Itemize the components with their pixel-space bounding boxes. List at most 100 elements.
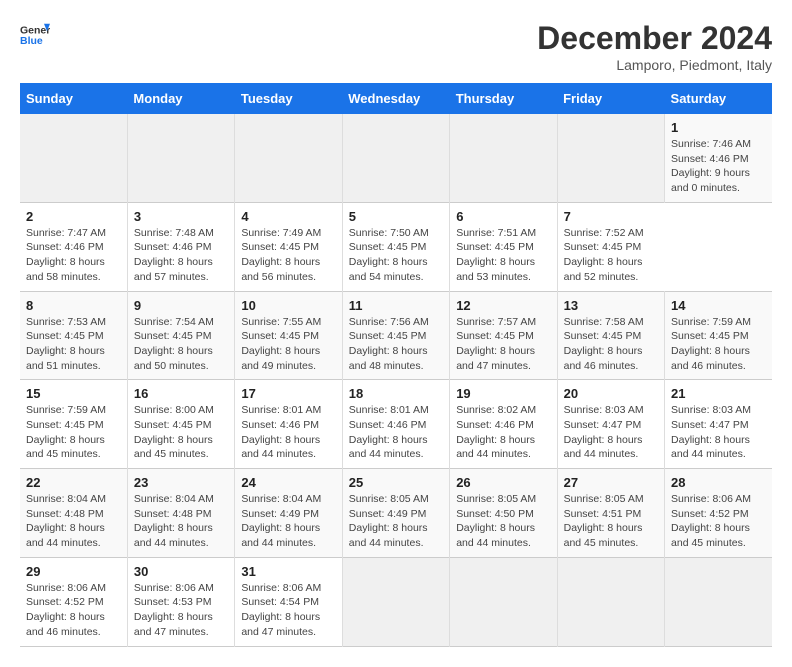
logo-icon: General Blue (20, 20, 50, 50)
day-info: Sunrise: 8:06 AMSunset: 4:52 PMDaylight:… (26, 581, 121, 640)
day-info: Sunrise: 7:47 AMSunset: 4:46 PMDaylight:… (26, 226, 121, 285)
calendar-cell: 1 Sunrise: 7:46 AMSunset: 4:46 PMDaylight… (665, 114, 772, 202)
day-info: Sunrise: 7:51 AMSunset: 4:45 PMDaylight:… (456, 226, 550, 285)
day-number: 1 (671, 120, 766, 135)
calendar-cell: 12Sunrise: 7:57 AMSunset: 4:45 PMDayligh… (450, 291, 557, 380)
day-info: Sunrise: 7:58 AMSunset: 4:45 PMDaylight:… (564, 315, 658, 374)
day-number: 10 (241, 298, 335, 313)
calendar-cell (665, 557, 772, 646)
day-number: 26 (456, 475, 550, 490)
month-title: December 2024 (537, 20, 772, 57)
day-number: 16 (134, 386, 228, 401)
calendar-cell (342, 114, 449, 202)
day-info: Sunrise: 7:48 AMSunset: 4:46 PMDaylight:… (134, 226, 228, 285)
day-number: 3 (134, 209, 228, 224)
calendar-cell: 13Sunrise: 7:58 AMSunset: 4:45 PMDayligh… (557, 291, 664, 380)
calendar-cell (557, 114, 664, 202)
calendar-week-row: 15 Sunrise: 7:59 AMSunset: 4:45 PMDayligh… (20, 380, 772, 469)
title-block: December 2024 Lamporo, Piedmont, Italy (537, 20, 772, 73)
day-number: 28 (671, 475, 766, 490)
day-info: Sunrise: 7:52 AMSunset: 4:45 PMDaylight:… (564, 226, 659, 285)
day-number: 20 (564, 386, 658, 401)
calendar-table: SundayMondayTuesdayWednesdayThursdayFrid… (20, 83, 772, 647)
weekday-header-sunday: Sunday (20, 83, 127, 114)
calendar-cell: 9 Sunrise: 7:54 AMSunset: 4:45 PMDaylight… (127, 291, 234, 380)
day-info: Sunrise: 8:04 AMSunset: 4:49 PMDaylight:… (241, 492, 335, 551)
location: Lamporo, Piedmont, Italy (537, 57, 772, 73)
day-number: 12 (456, 298, 550, 313)
calendar-week-row: 1 Sunrise: 7:46 AMSunset: 4:46 PMDaylight… (20, 114, 772, 202)
calendar-cell: 3 Sunrise: 7:48 AMSunset: 4:46 PMDaylight… (127, 202, 234, 291)
day-info: Sunrise: 7:59 AMSunset: 4:45 PMDaylight:… (671, 315, 766, 374)
calendar-cell: 16 Sunrise: 8:00 AMSunset: 4:45 PMDayligh… (127, 380, 234, 469)
calendar-cell: 14Sunrise: 7:59 AMSunset: 4:45 PMDayligh… (665, 291, 772, 380)
day-info: Sunrise: 8:05 AMSunset: 4:51 PMDaylight:… (564, 492, 658, 551)
day-number: 6 (456, 209, 550, 224)
day-info: Sunrise: 8:06 AMSunset: 4:52 PMDaylight:… (671, 492, 766, 551)
day-number: 19 (456, 386, 550, 401)
calendar-cell: 7 Sunrise: 7:52 AMSunset: 4:45 PMDaylight… (557, 202, 664, 291)
calendar-cell: 22 Sunrise: 8:04 AMSunset: 4:48 PMDayligh… (20, 469, 127, 558)
day-number: 24 (241, 475, 335, 490)
day-info: Sunrise: 8:02 AMSunset: 4:46 PMDaylight:… (456, 403, 550, 462)
calendar-cell: 23 Sunrise: 8:04 AMSunset: 4:48 PMDayligh… (127, 469, 234, 558)
calendar-week-row: 29Sunrise: 8:06 AMSunset: 4:52 PMDayligh… (20, 557, 772, 646)
page-header: General Blue December 2024 Lamporo, Pied… (20, 20, 772, 73)
weekday-header-thursday: Thursday (450, 83, 557, 114)
calendar-cell: 24 Sunrise: 8:04 AMSunset: 4:49 PMDayligh… (235, 469, 342, 558)
day-info: Sunrise: 7:59 AMSunset: 4:45 PMDaylight:… (26, 403, 121, 462)
day-number: 22 (26, 475, 121, 490)
day-number: 9 (134, 298, 228, 313)
day-info: Sunrise: 8:06 AMSunset: 4:53 PMDaylight:… (134, 581, 228, 640)
day-info: Sunrise: 8:01 AMSunset: 4:46 PMDaylight:… (241, 403, 335, 462)
day-number: 27 (564, 475, 658, 490)
calendar-cell: 29Sunrise: 8:06 AMSunset: 4:52 PMDayligh… (20, 557, 127, 646)
calendar-cell (450, 557, 557, 646)
calendar-cell: 27 Sunrise: 8:05 AMSunset: 4:51 PMDayligh… (557, 469, 664, 558)
calendar-cell: 26 Sunrise: 8:05 AMSunset: 4:50 PMDayligh… (450, 469, 557, 558)
svg-text:Blue: Blue (20, 35, 43, 47)
weekday-header-tuesday: Tuesday (235, 83, 342, 114)
day-info: Sunrise: 7:56 AMSunset: 4:45 PMDaylight:… (349, 315, 443, 374)
day-number: 30 (134, 564, 228, 579)
calendar-cell (20, 114, 127, 202)
day-number: 7 (564, 209, 659, 224)
day-info: Sunrise: 7:49 AMSunset: 4:45 PMDaylight:… (241, 226, 335, 285)
weekday-header-wednesday: Wednesday (342, 83, 449, 114)
day-number: 21 (671, 386, 766, 401)
day-number: 25 (349, 475, 443, 490)
day-number: 5 (349, 209, 443, 224)
day-number: 15 (26, 386, 121, 401)
calendar-cell (235, 114, 342, 202)
day-info: Sunrise: 8:04 AMSunset: 4:48 PMDaylight:… (134, 492, 228, 551)
calendar-cell: 25 Sunrise: 8:05 AMSunset: 4:49 PMDayligh… (342, 469, 449, 558)
day-info: Sunrise: 7:54 AMSunset: 4:45 PMDaylight:… (134, 315, 228, 374)
day-info: Sunrise: 8:05 AMSunset: 4:50 PMDaylight:… (456, 492, 550, 551)
calendar-cell: 15 Sunrise: 7:59 AMSunset: 4:45 PMDayligh… (20, 380, 127, 469)
calendar-cell: 30 Sunrise: 8:06 AMSunset: 4:53 PMDayligh… (127, 557, 234, 646)
calendar-week-row: 22 Sunrise: 8:04 AMSunset: 4:48 PMDayligh… (20, 469, 772, 558)
day-info: Sunrise: 8:04 AMSunset: 4:48 PMDaylight:… (26, 492, 121, 551)
day-number: 23 (134, 475, 228, 490)
weekday-header-friday: Friday (557, 83, 664, 114)
weekday-header-row: SundayMondayTuesdayWednesdayThursdayFrid… (20, 83, 772, 114)
calendar-cell: 5 Sunrise: 7:50 AMSunset: 4:45 PMDaylight… (342, 202, 449, 291)
day-info: Sunrise: 8:01 AMSunset: 4:46 PMDaylight:… (349, 403, 443, 462)
calendar-cell (342, 557, 449, 646)
day-number: 2 (26, 209, 121, 224)
calendar-cell: 4Sunrise: 7:49 AMSunset: 4:45 PMDaylight… (235, 202, 342, 291)
day-info: Sunrise: 7:46 AMSunset: 4:46 PMDaylight:… (671, 137, 766, 196)
calendar-cell: 11Sunrise: 7:56 AMSunset: 4:45 PMDayligh… (342, 291, 449, 380)
day-info: Sunrise: 7:50 AMSunset: 4:45 PMDaylight:… (349, 226, 443, 285)
weekday-header-saturday: Saturday (665, 83, 772, 114)
day-info: Sunrise: 7:55 AMSunset: 4:45 PMDaylight:… (241, 315, 335, 374)
logo: General Blue (20, 20, 50, 50)
day-number: 31 (241, 564, 335, 579)
calendar-cell: 6 Sunrise: 7:51 AMSunset: 4:45 PMDaylight… (450, 202, 557, 291)
calendar-cell (557, 557, 664, 646)
calendar-week-row: 2 Sunrise: 7:47 AMSunset: 4:46 PMDaylight… (20, 202, 772, 291)
day-info: Sunrise: 8:00 AMSunset: 4:45 PMDaylight:… (134, 403, 228, 462)
calendar-cell: 17Sunrise: 8:01 AMSunset: 4:46 PMDayligh… (235, 380, 342, 469)
calendar-cell: 19 Sunrise: 8:02 AMSunset: 4:46 PMDayligh… (450, 380, 557, 469)
day-info: Sunrise: 8:05 AMSunset: 4:49 PMDaylight:… (349, 492, 443, 551)
